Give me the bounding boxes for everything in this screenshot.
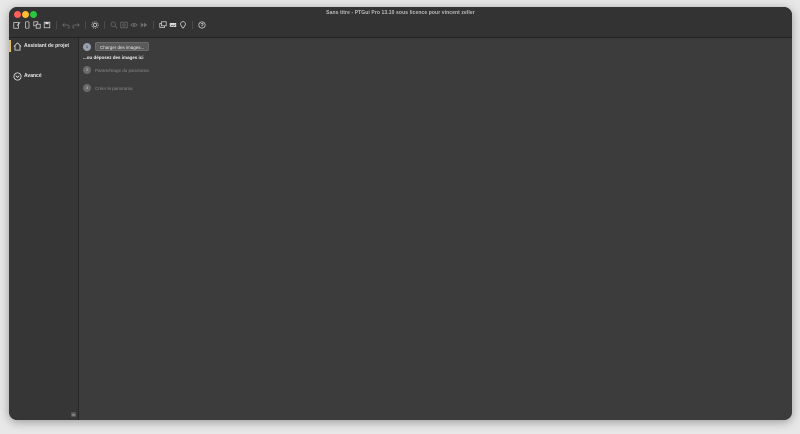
step-load-images: 1 Charger des images...	[83, 42, 150, 51]
sidebar-item-label: Avancé	[24, 73, 42, 79]
step-number: 1	[83, 42, 91, 51]
step-number: 3	[83, 84, 91, 92]
eye-icon[interactable]	[129, 21, 138, 30]
window-title: Sans titre - PTGui Pro 13.10 sous licenc…	[326, 10, 475, 16]
help-icon[interactable]	[197, 21, 206, 30]
load-images-button[interactable]: Charger des images...	[95, 42, 150, 51]
toolbar	[12, 19, 207, 31]
toolbar-separator	[56, 21, 57, 29]
panorama-icon[interactable]	[168, 21, 177, 30]
step-create-panorama: 3 Créer le panorama	[83, 84, 133, 92]
fast-forward-icon[interactable]	[139, 21, 148, 30]
resize-handle[interactable]: ≪	[71, 412, 76, 417]
step-label: Paramétrage du panorama	[95, 67, 149, 73]
copy-icon[interactable]	[32, 21, 41, 30]
save-icon[interactable]	[42, 21, 51, 30]
sidebar-item-assistant[interactable]: Assistant de projet	[9, 40, 70, 52]
settings-icon[interactable]	[90, 21, 99, 30]
redo-icon[interactable]	[71, 21, 80, 30]
location-icon[interactable]	[178, 21, 187, 30]
app-window: Sans titre - PTGui Pro 13.10 sous licenc…	[9, 7, 792, 420]
edit-icon[interactable]	[12, 21, 21, 30]
toolbar-separator	[104, 21, 105, 29]
sidebar: Assistant de projet Avancé ≪	[9, 38, 79, 420]
toolbar-separator	[192, 21, 193, 29]
undo-icon[interactable]	[61, 21, 70, 30]
search-icon[interactable]	[109, 21, 118, 30]
title-bar: Sans titre - PTGui Pro 13.10 sous licenc…	[9, 7, 792, 38]
chevron-down-circle-icon	[13, 71, 22, 81]
drop-images-hint: ...ou déposez des images ici	[83, 55, 144, 60]
home-icon	[13, 41, 22, 51]
toolbar-separator	[153, 21, 154, 29]
toolbar-separator	[85, 21, 86, 29]
step-panorama-settings: 2 Paramétrage du panorama	[83, 66, 149, 74]
step-label: Créer le panorama	[95, 85, 133, 91]
phone-icon[interactable]	[22, 21, 31, 30]
image-search-icon[interactable]	[119, 21, 128, 30]
layers-icon[interactable]	[158, 21, 167, 30]
project-assistant-panel: 1 Charger des images... ...ou déposez de…	[79, 38, 792, 420]
sidebar-item-label: Assistant de projet	[24, 43, 70, 49]
sidebar-item-advanced[interactable]: Avancé	[11, 70, 42, 82]
step-number: 2	[83, 66, 91, 74]
